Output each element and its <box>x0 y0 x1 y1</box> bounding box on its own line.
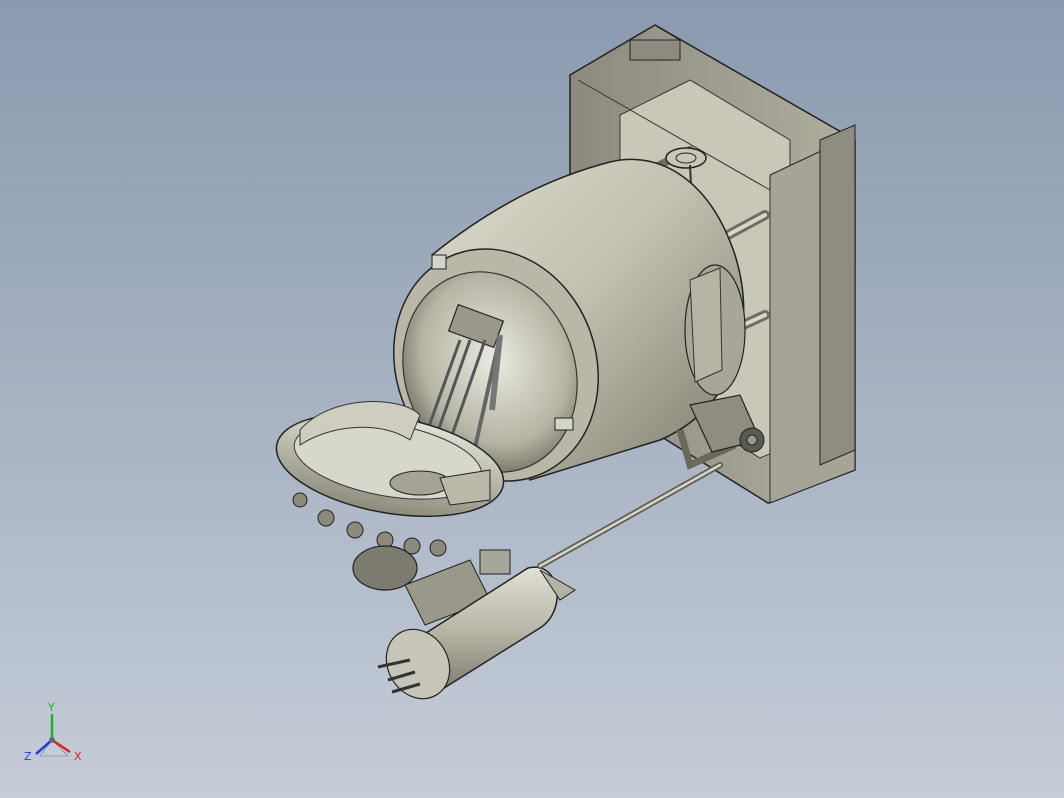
view-orientation-triad[interactable]: Y X Z <box>18 700 88 770</box>
z-axis-label: Z <box>24 750 32 763</box>
y-axis-label: Y <box>47 701 55 714</box>
cad-model-view[interactable] <box>0 0 1064 798</box>
cad-viewport[interactable]: Y X Z <box>0 0 1064 798</box>
triad-origin <box>49 737 55 743</box>
x-axis-label: X <box>74 750 82 763</box>
